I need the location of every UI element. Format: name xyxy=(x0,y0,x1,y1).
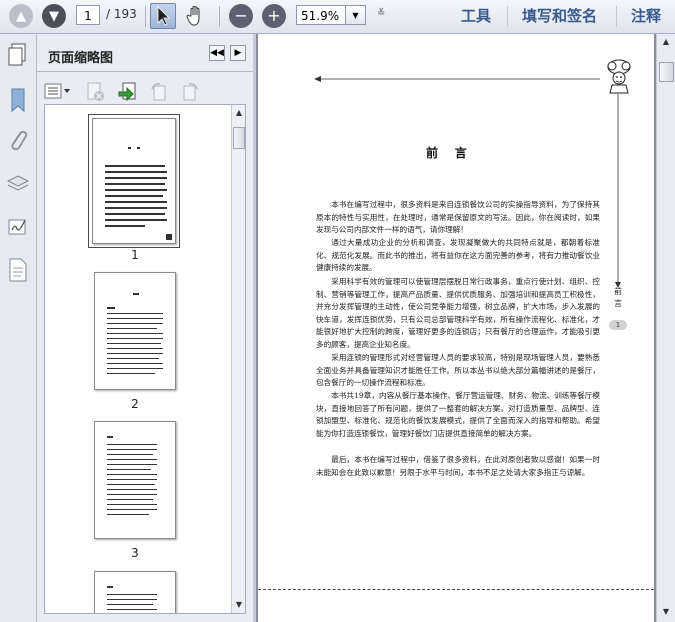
doc-scroll-thumb[interactable] xyxy=(659,62,674,82)
arrow-up-icon: ▲ xyxy=(235,108,243,117)
thumbnail-scrollbar[interactable]: ▲ ▼ xyxy=(231,105,245,613)
menu-tools[interactable]: 工具 xyxy=(461,6,491,26)
pages-icon xyxy=(8,43,26,66)
zoom-dropdown-button[interactable]: ▼ xyxy=(346,5,366,25)
expand-arrow-icon: ≚ xyxy=(377,8,386,19)
thumbnail-options-button[interactable] xyxy=(44,82,72,100)
document-page[interactable]: 前 言 本书在编写过程中，很多资料是来自连锁餐饮公司的实操指导资料，为了保持其原… xyxy=(258,34,654,622)
collapse-panel-button[interactable]: ◀◀ xyxy=(209,45,225,61)
paragraph-2: 通过大量成功企业的分析和调查，发现凝聚做大的共同特点就是，都朝着标准化、规范化发… xyxy=(316,238,600,272)
page-thumbnails-toggle[interactable] xyxy=(6,42,30,68)
doc-scroll-up-button[interactable]: ▲ xyxy=(660,36,672,48)
side-tab-label: 前 言 xyxy=(614,287,622,308)
arrow-up-icon: ▲ xyxy=(16,8,26,24)
page-heading: 前 言 xyxy=(426,146,467,160)
hand-tool-button[interactable] xyxy=(183,3,209,29)
bookmark-icon xyxy=(11,88,25,113)
thumbnail-label-3: 3 xyxy=(131,546,139,560)
toolbar-overflow-button[interactable]: ≚ xyxy=(377,8,385,19)
panel-title: 页面缩略图 xyxy=(48,51,114,66)
paragraph-4: 采用连锁的管理形式对经营管理人员的要求较高，特别是现场管理人员，要熟悉全面业务并… xyxy=(316,353,600,387)
doc-scroll-down-button[interactable]: ▼ xyxy=(660,606,672,618)
rotate-right-icon xyxy=(183,83,198,101)
chevron-down-icon: ▼ xyxy=(352,11,359,20)
list-options-icon xyxy=(44,83,70,99)
content-toggle[interactable] xyxy=(7,256,29,284)
thumbnail-label-1: 1 xyxy=(131,248,139,262)
cursor-icon xyxy=(157,6,170,26)
signature-icon xyxy=(8,219,26,235)
scroll-down-button[interactable]: ▼ xyxy=(233,599,245,611)
chef-logo-icon xyxy=(607,59,631,94)
panel-options-button[interactable]: ▶ xyxy=(230,45,246,61)
attachments-toggle[interactable] xyxy=(6,127,30,155)
thumbnail-label-2: 2 xyxy=(131,397,139,411)
scroll-up-button[interactable]: ▲ xyxy=(233,107,245,119)
paragraph-6: 最后，本书在编写过程中，借鉴了很多资料，在此对原创者致以感谢！如果一时未能知会在… xyxy=(316,455,600,477)
side-page-badge: 1 xyxy=(609,320,627,330)
thumbnail-page-4[interactable] xyxy=(94,571,176,613)
scroll-thumb[interactable] xyxy=(233,127,245,149)
plus-icon: + xyxy=(267,6,281,25)
layers-toggle[interactable] xyxy=(5,171,31,197)
paragraph-1: 本书在编写过程中，很多资料是来自连锁餐饮公司的实操指导资料，为了保持其原本的特性… xyxy=(316,200,600,234)
arrow-down-icon: ▼ xyxy=(662,607,670,616)
minus-icon: − xyxy=(234,6,248,25)
double-chevron-left-icon: ◀◀ xyxy=(210,48,224,58)
chevron-right-icon: ▶ xyxy=(234,48,242,58)
bookmarks-toggle[interactable] xyxy=(7,86,29,114)
arrow-up-icon: ▲ xyxy=(662,37,670,46)
thumbnail-page-2[interactable] xyxy=(94,272,176,390)
layers-icon xyxy=(6,175,30,191)
signatures-toggle[interactable] xyxy=(6,214,30,240)
rotate-left-icon xyxy=(151,83,166,101)
thumbnail-page-1[interactable] xyxy=(92,118,176,244)
hand-icon xyxy=(186,5,200,26)
page-total: / 193 xyxy=(106,7,137,21)
document-icon xyxy=(9,258,27,282)
previous-page-button[interactable]: ▲ xyxy=(9,4,33,28)
rotate-right-button[interactable] xyxy=(179,81,201,103)
page-number-input[interactable]: 1 xyxy=(76,5,100,25)
paragraph-5: 本书共19章，内容从餐厅基本操作、餐厅营运管理、财务、物流、训练等餐厅模块，直接… xyxy=(316,391,600,438)
thumbnail-page-3[interactable] xyxy=(94,421,176,539)
zoom-in-button[interactable]: + xyxy=(262,4,286,28)
next-page-button[interactable]: ▼ xyxy=(42,4,66,28)
insert-page-icon xyxy=(118,82,136,102)
top-toolbar: ▲ ▼ 1 / 193 − + 51.9% ▼ ≚ 工具 填写和签名 注释 xyxy=(0,0,675,34)
arrow-down-icon: ▼ xyxy=(235,600,243,609)
navigation-strip xyxy=(0,34,37,622)
paragraph-3: 采用科学有效的管理可以使管理层摆脱日常行政事务，重点行使计划、组织、控制、营销等… xyxy=(316,277,600,349)
select-tool-button[interactable] xyxy=(150,3,176,29)
insert-pages-button[interactable] xyxy=(117,81,139,103)
paperclip-icon xyxy=(11,130,28,151)
rotate-left-button[interactable] xyxy=(148,81,170,103)
menu-fill-sign[interactable]: 填写和签名 xyxy=(522,6,597,26)
menu-comment[interactable]: 注释 xyxy=(631,6,661,26)
zoom-level-input[interactable]: 51.9% xyxy=(296,5,346,25)
delete-pages-button[interactable] xyxy=(84,81,106,103)
delete-page-icon xyxy=(87,82,104,101)
arrow-down-icon: ▼ xyxy=(49,8,59,24)
zoom-out-button[interactable]: − xyxy=(229,4,253,28)
document-scrollbar[interactable]: ▲ ▼ xyxy=(656,34,675,622)
thumbnail-list[interactable]: 1 2 3 ▲ ▼ xyxy=(44,104,246,614)
page-break-line xyxy=(258,589,654,590)
